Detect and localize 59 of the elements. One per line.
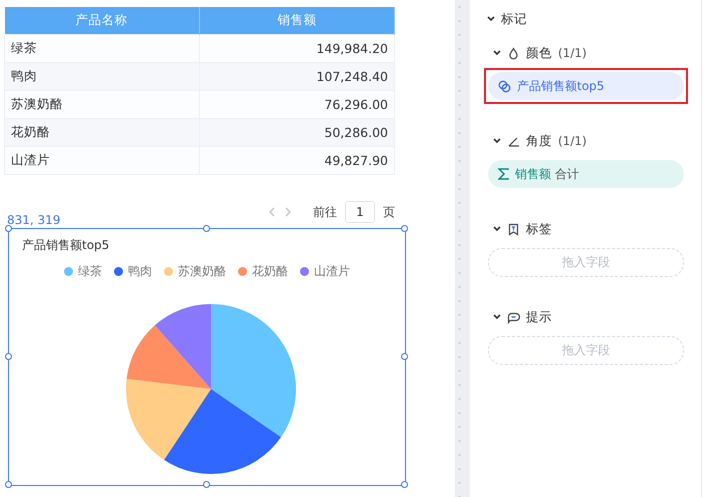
position-readout: 831, 319 xyxy=(7,213,60,227)
legend-dot xyxy=(114,267,123,276)
angle-icon xyxy=(507,134,520,148)
legend-label: 苏澳奶酪 xyxy=(178,263,226,280)
section-count: (1/1) xyxy=(558,134,587,148)
section-label: 提示 xyxy=(526,308,552,326)
chevron-icon[interactable] xyxy=(493,226,501,232)
linked-circles-icon xyxy=(498,80,511,92)
page-input[interactable]: 1 xyxy=(345,201,375,223)
section-title: 标记 xyxy=(501,10,527,28)
resize-handle[interactable] xyxy=(202,480,210,488)
table-cell: 107,248.40 xyxy=(199,62,394,90)
table-cell: 苏澳奶酪 xyxy=(4,90,199,118)
resize-handle[interactable] xyxy=(4,224,12,232)
table-cell: 山渣片 xyxy=(4,146,199,174)
section-label: 颜色 xyxy=(526,44,552,62)
bookmark-icon xyxy=(507,222,520,236)
legend-label: 花奶酪 xyxy=(252,263,288,280)
table-cell: 花奶酪 xyxy=(4,118,199,146)
field-label: 销售额 xyxy=(515,166,551,182)
page-suffix: 页 xyxy=(383,204,395,220)
legend-label: 绿茶 xyxy=(78,263,102,280)
table-cell: 76,296.00 xyxy=(199,90,394,118)
chevron-icon[interactable] xyxy=(493,138,501,144)
speech-bubble-icon xyxy=(507,310,520,324)
legend-dot xyxy=(238,267,247,276)
chart-title: 产品销售额top5 xyxy=(22,237,110,254)
table-cell: 50,286.00 xyxy=(199,118,394,146)
legend-dot xyxy=(300,267,309,276)
resize-handle[interactable] xyxy=(4,480,12,488)
resize-handle[interactable] xyxy=(400,224,408,232)
column-header: 销售额 xyxy=(199,7,394,34)
resize-handle[interactable] xyxy=(400,352,408,360)
legend-label: 山渣片 xyxy=(314,263,350,280)
chevron-icon[interactable] xyxy=(493,50,501,56)
section-label: 标签 xyxy=(526,220,552,238)
goto-label: 前往 xyxy=(313,204,337,220)
table-cell: 鸭肉 xyxy=(4,62,199,90)
section-label: 角度 xyxy=(526,132,552,150)
column-header: 产品名称 xyxy=(4,7,199,34)
resize-handle[interactable] xyxy=(202,224,210,232)
legend-dot xyxy=(164,267,173,276)
chevron-icon[interactable] xyxy=(487,16,495,22)
legend-label: 鸭肉 xyxy=(128,263,152,280)
chart-widget[interactable]: 产品销售额top5 绿茶 鸭肉 苏澳奶酪 花奶酪 山渣片 xyxy=(8,228,406,486)
resize-handle[interactable] xyxy=(400,480,408,488)
section-count: (1/1) xyxy=(558,46,587,60)
table-cell: 绿茶 xyxy=(4,34,199,62)
aggregate-label: 合计 xyxy=(555,166,579,182)
table-cell: 149,984.20 xyxy=(199,34,394,62)
drop-icon xyxy=(507,46,520,60)
field-chip[interactable]: 销售额 合计 xyxy=(488,160,684,188)
field-chip[interactable]: 产品销售额top5 xyxy=(488,72,684,100)
field-label: 产品销售额top5 xyxy=(517,78,604,94)
legend-dot xyxy=(64,267,73,276)
chevron-icon[interactable] xyxy=(493,314,501,320)
table-cell: 49,827.90 xyxy=(199,146,394,174)
resize-handle[interactable] xyxy=(4,352,12,360)
sigma-icon xyxy=(498,168,509,180)
